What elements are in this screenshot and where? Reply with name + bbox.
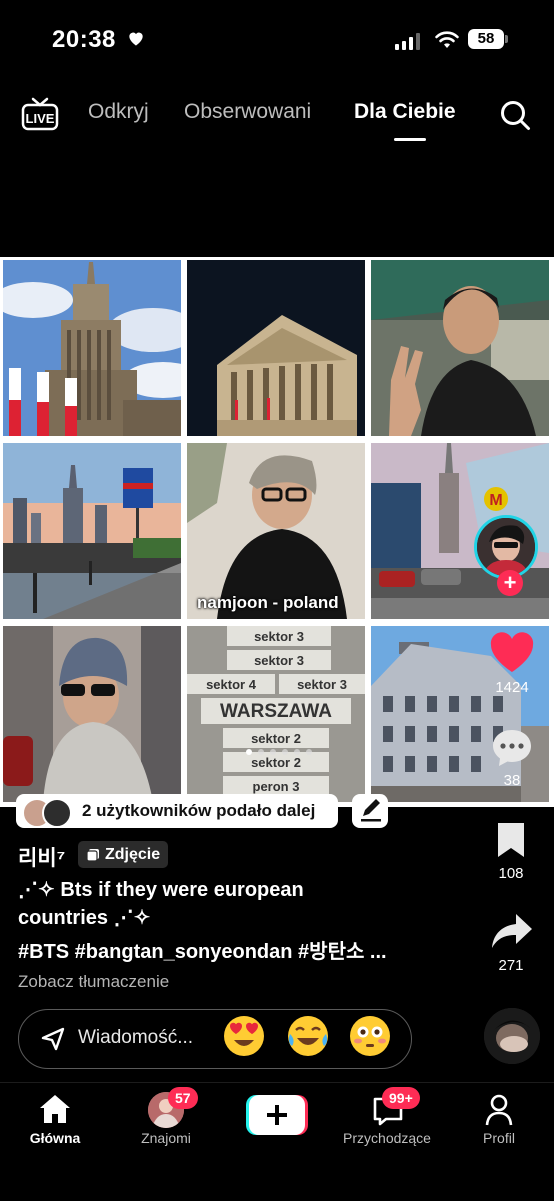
- heart-status-icon: [129, 32, 143, 46]
- status-time: 20:38: [52, 26, 116, 53]
- send-icon[interactable]: [40, 1026, 66, 1052]
- edit-repost-button[interactable]: [352, 794, 388, 828]
- heart-eyes-emoji-icon[interactable]: [222, 1014, 266, 1058]
- tile-caption: namjoon - poland: [197, 593, 339, 612]
- signal-icon: [395, 32, 420, 50]
- active-tab-indicator: [394, 138, 426, 141]
- battery-icon: 58: [468, 29, 504, 49]
- repost-text: 2 użytkowników podało dalej: [82, 801, 316, 820]
- nav-profile-label[interactable]: Profil: [444, 1130, 554, 1146]
- photo-collage[interactable]: namjoon - poland M sektor 3 sektor 3 sek…: [0, 257, 554, 807]
- pencil-icon: [361, 799, 381, 822]
- inbox-badge: 99+: [382, 1087, 420, 1109]
- tab-dla-ciebie[interactable]: Dla Ciebie: [354, 100, 456, 124]
- carousel-dots: [246, 749, 312, 755]
- avatar: [42, 798, 72, 828]
- friends-badge: 57: [168, 1087, 198, 1109]
- comment-count: 38: [503, 772, 521, 789]
- like-heart-icon[interactable]: [489, 630, 535, 674]
- share-count: 271: [498, 957, 524, 974]
- bookmark-count: 108: [498, 865, 524, 882]
- tears-of-joy-emoji-icon[interactable]: [286, 1014, 330, 1058]
- nav-inbox-label[interactable]: Przychodzące: [332, 1130, 442, 1146]
- sign-3: sektor 4: [206, 677, 257, 692]
- photo-man-peace-sign: [371, 260, 549, 436]
- tab-odkryj[interactable]: Odkryj: [88, 100, 149, 124]
- search-icon[interactable]: [498, 98, 532, 132]
- repost-banner[interactable]: 2 użytkowników podało dalej: [16, 794, 338, 828]
- sign-2: sektor 3: [254, 653, 304, 668]
- like-count: 1424: [495, 679, 529, 696]
- sign-4: sektor 3: [297, 677, 347, 692]
- photo-type-badge: Zdjęcie: [78, 841, 169, 868]
- author-name[interactable]: 리비⁷: [18, 842, 65, 872]
- caption-hashtags[interactable]: #BTS #bangtan_sonyeondan #방탄소 ...: [18, 935, 387, 964]
- sign-warszawa: WARSZAWA: [220, 701, 332, 722]
- comment-icon[interactable]: [490, 727, 534, 769]
- photo-man-beanie: [3, 626, 181, 802]
- sign-5: sektor 2: [251, 731, 301, 746]
- photo-grand-theatre: [187, 260, 365, 436]
- caption-line-2: countries ⋰✧: [18, 907, 151, 929]
- live-label: LIVE: [26, 111, 55, 126]
- photo-stack-icon: [86, 848, 99, 862]
- nav-friends-label[interactable]: Znajomi: [111, 1130, 221, 1146]
- message-placeholder[interactable]: Wiadomość...: [78, 1027, 193, 1049]
- home-icon[interactable]: [38, 1093, 72, 1125]
- see-translation-link[interactable]: Zobacz tłumaczenie: [18, 972, 169, 992]
- photo-palace-of-culture: [3, 260, 181, 436]
- photo-station-signs: sektor 3 sektor 3 sektor 4 sektor 3 WARS…: [187, 626, 365, 802]
- bookmark-icon[interactable]: [495, 820, 527, 860]
- sign-6: sektor 2: [251, 755, 301, 770]
- live-icon[interactable]: LIVE: [20, 96, 60, 132]
- sound-disc-avatar[interactable]: [484, 1008, 540, 1064]
- sign-1: sektor 3: [254, 629, 304, 644]
- photo-man-black-sweater: namjoon - poland: [187, 443, 365, 619]
- share-arrow-icon[interactable]: [490, 912, 534, 952]
- nav-home-label[interactable]: Główna: [0, 1130, 110, 1146]
- follow-plus-button[interactable]: +: [497, 570, 523, 596]
- flushed-emoji-icon[interactable]: [348, 1014, 392, 1058]
- wifi-icon: [435, 31, 459, 48]
- repost-avatars: [22, 797, 74, 828]
- photo-type-label: Zdjęcie: [105, 845, 161, 863]
- caption-line-1: ⋰✧ Bts if they were european: [18, 879, 304, 901]
- sign-7: peron 3: [253, 779, 300, 794]
- tab-obserwowani[interactable]: Obserwowani: [184, 100, 311, 124]
- photo-city-street: [3, 443, 181, 619]
- profile-icon[interactable]: [484, 1093, 514, 1127]
- battery-nub: [505, 35, 508, 43]
- plus-icon[interactable]: [246, 1095, 308, 1135]
- svg-text:M: M: [489, 492, 502, 509]
